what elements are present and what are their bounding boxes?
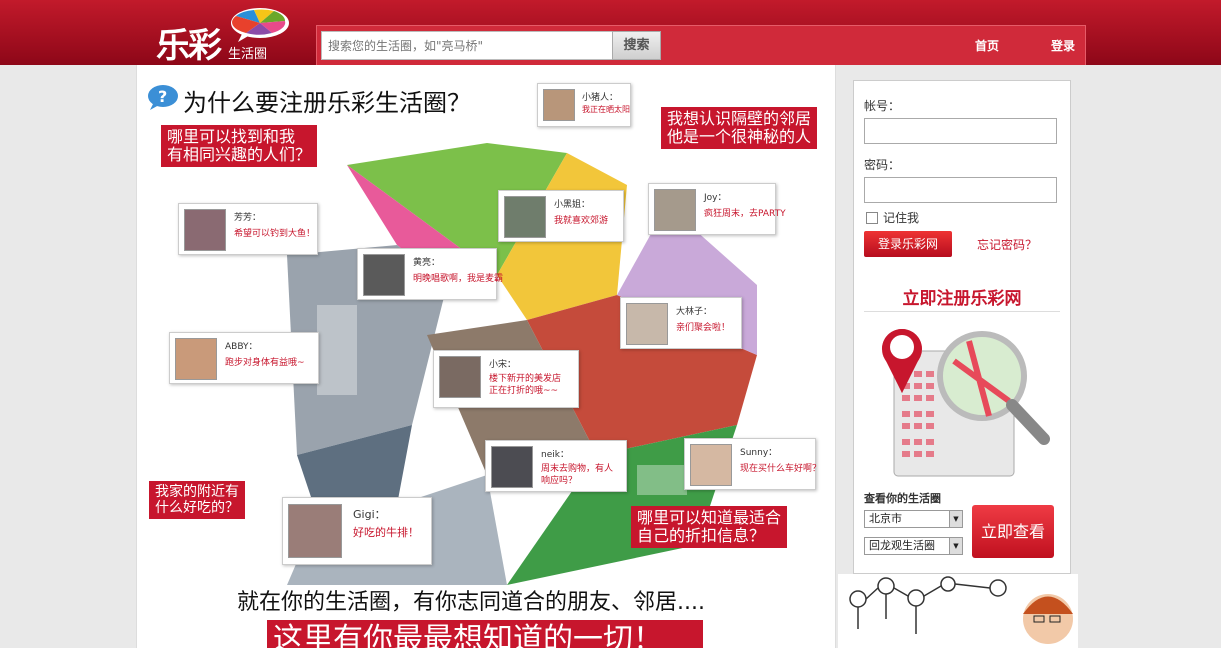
divider [864,311,1060,312]
question-label-text: 哪里可以找到和我 有相同兴趣的人们？ [167,127,312,164]
map-magnifier-icon [881,329,1050,477]
people-sketch-illustration [838,574,1078,648]
profile-card[interactable]: 大林子： 亲们聚会啦！ [620,297,742,349]
card-message: 我就喜欢郊游 [554,216,609,226]
question-label-text: 我家的附近有 什么好吃的？ [155,484,239,516]
tagline: 就在你的生活圈，有你志同道合的朋友、邻居.... [237,590,705,615]
forgot-password-link[interactable]: 忘记密码？ [977,236,1037,253]
password-input[interactable] [864,177,1057,203]
card-name: 小黑姐： [554,200,591,210]
view-circle-label: 查看你的生活圈 [864,492,941,505]
card-name: 小宋： [489,360,517,370]
profile-card[interactable]: 黄亮： 明晚唱歌啊，我是麦霸 [357,248,503,300]
remember-label: 记住我 [883,211,920,225]
svg-text:?: ? [158,87,167,106]
profile-card[interactable]: 小猪人： 我正在晒太阳 [537,83,631,127]
chevron-down-icon: ▼ [949,538,962,554]
question-label-neighbor: 我想认识隔壁的邻居 他是一个很神秘的人 [661,107,818,149]
avatar [654,189,696,231]
question-label-text: 我想认识隔壁的邻居 他是一个很神秘的人 [667,109,812,146]
card-name: 芳芳： [234,213,262,223]
profile-card[interactable]: Joy： 疯狂周末，去PARTY [648,183,786,235]
question-label-interests: 哪里可以找到和我 有相同兴趣的人们？ [161,125,318,167]
card-message: 现在买什么车好啊？ [740,464,822,474]
question-label-text: 哪里可以知道最适合 自己的折扣信息？ [637,508,782,545]
card-name: neik： [541,450,569,460]
card-name: ABBY： [225,342,258,352]
card-name: Gigi： [353,508,386,521]
login-panel: 帐号： 密码： 记住我 登录乐彩网 忘记密码？ 立即注册乐彩网 查看你的生活圈 … [853,80,1071,574]
card-name: 小猪人： [582,93,619,103]
profile-card[interactable]: neik： 周末去购物，有人 响应吗？ [485,440,627,492]
circle-select-value: 回龙观生活圈 [869,539,935,552]
avatar [491,446,533,488]
avatar [690,444,732,486]
card-message: 好吃的牛排！ [353,526,419,539]
top-nav: 搜索 首页 登录 [316,25,1086,65]
profile-card[interactable]: 小宋： 楼下新开的美发店 正在打折的哦~~ [433,350,579,408]
avatar [439,356,481,398]
question-bubble-icon: ? [148,85,178,110]
profile-card[interactable]: Sunny： 现在买什么车好啊？ [684,438,821,490]
nav-home-link[interactable]: 首页 [975,37,999,54]
bottom-banner: 这里有你最最想知道的一切！ [267,620,703,648]
city-select-value: 北京市 [869,512,902,525]
view-now-button[interactable]: 立即查看 [972,505,1054,558]
circle-select[interactable]: 回龙观生活圈 ▼ [864,537,963,555]
avatar [504,196,546,238]
card-name: Joy： [704,193,727,203]
card-message: 周末去购物，有人 响应吗？ [541,464,614,486]
account-label: 帐号： [864,99,901,113]
city-select[interactable]: 北京市 ▼ [864,510,963,528]
avatar [543,89,575,121]
main-content: ? 为什么要注册乐彩生活圈？ 哪里可以找到和我 有相同兴趣的人们？ 我想认识隔壁… [136,65,836,648]
card-name: Sunny： [740,448,778,458]
password-label: 密码： [864,158,901,172]
card-message: 疯狂周末，去PARTY [704,209,786,219]
card-message: 跑步对身体有益哦~ [225,358,305,368]
card-name: 大林子： [676,307,713,317]
card-message: 楼下新开的美发店 正在打折的哦~~ [489,374,562,396]
register-link[interactable]: 立即注册乐彩网 [854,284,1070,309]
login-button[interactable]: 登录乐彩网 [864,231,952,257]
card-message: 亲们聚会啦！ [676,323,731,333]
avatar [363,254,405,296]
nav-login-link[interactable]: 登录 [1051,37,1075,54]
question-label-discount: 哪里可以知道最适合 自己的折扣信息？ [631,506,788,548]
header-bar: 乐彩 生活圈 搜索 首页 登录 [0,0,1221,66]
card-message: 希望可以钓到大鱼！ [234,229,316,239]
page-headline: 为什么要注册乐彩生活圈？ [183,89,471,117]
card-message: 我正在晒太阳 [582,105,630,114]
logo[interactable]: 乐彩 生活圈 [156,6,296,66]
search-button[interactable]: 搜索 [612,31,661,60]
profile-card[interactable]: 小黑姐： 我就喜欢郊游 [498,190,624,242]
remember-checkbox[interactable] [866,212,878,224]
logo-bubble-icon [231,8,289,42]
chevron-down-icon: ▼ [949,511,962,527]
logo-subtitle: 生活圈 [228,47,268,62]
card-message: 明晚唱歌啊，我是麦霸 [413,274,504,284]
profile-card[interactable]: 芳芳： 希望可以钓到大鱼！ [178,203,318,255]
avatar [184,209,226,251]
question-label-food: 我家的附近有 什么好吃的？ [149,481,245,519]
profile-card[interactable]: Gigi： 好吃的牛排！ [282,497,432,565]
card-name: 黄亮： [413,258,441,268]
avatar [175,338,217,380]
profile-card[interactable]: ABBY： 跑步对身体有益哦~ [169,332,319,384]
logo-text: 乐彩 [156,26,222,66]
account-input[interactable] [864,118,1057,144]
search-input[interactable] [321,31,614,60]
avatar [288,504,342,558]
avatar [626,303,668,345]
